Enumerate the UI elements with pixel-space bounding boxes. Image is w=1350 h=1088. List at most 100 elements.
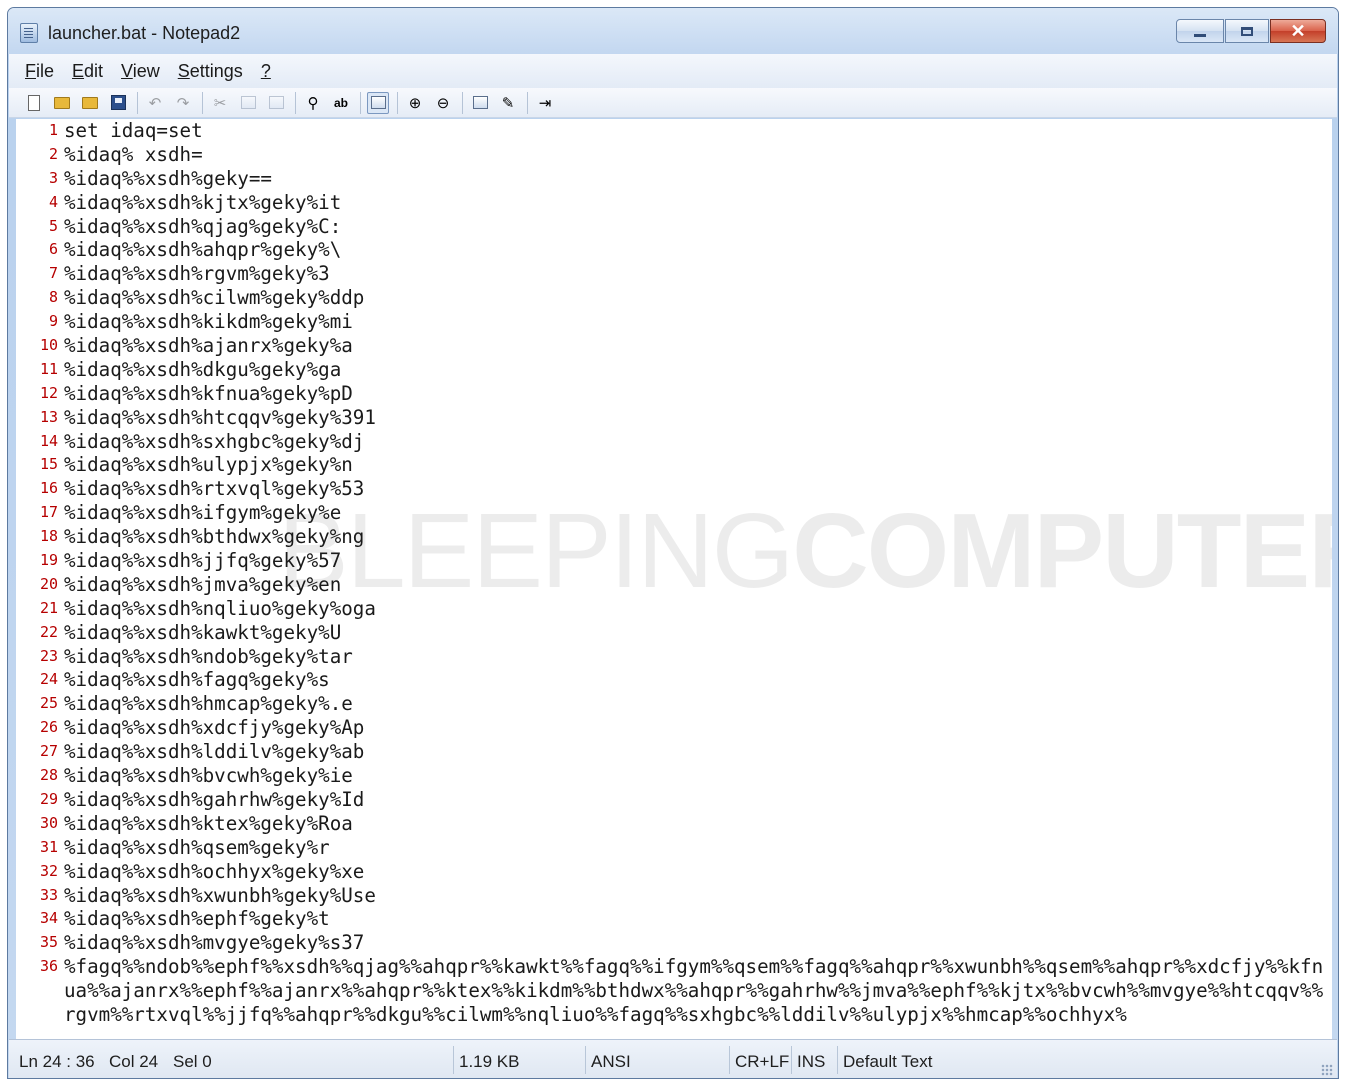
- open-file-button[interactable]: [51, 92, 73, 114]
- line-number: 12: [39, 383, 58, 402]
- code-line[interactable]: 33 %idaq%%xsdh%xwunbh%geky%Use: [16, 884, 1332, 908]
- zoom-in-button[interactable]: ⊕: [404, 92, 426, 114]
- code-line[interactable]: 2 %idaq% xsdh=: [16, 143, 1332, 167]
- code-line[interactable]: 28 %idaq%%xsdh%bvcwh%geky%ie: [16, 764, 1332, 788]
- code-line[interactable]: 1 set idaq=set: [16, 119, 1332, 143]
- menu-file[interactable]: File: [17, 61, 62, 82]
- zoom-out-button[interactable]: ⊖: [432, 92, 454, 114]
- code-line[interactable]: 7 %idaq%%xsdh%rgvm%geky%3: [16, 262, 1332, 286]
- code-line[interactable]: 11 %idaq%%xsdh%dkgu%geky%ga: [16, 358, 1332, 382]
- code-line[interactable]: 3 %idaq%%xsdh%geky==: [16, 167, 1332, 191]
- line-number: 8: [48, 288, 58, 307]
- status-eol[interactable]: CR+LF: [735, 1052, 789, 1072]
- code-line[interactable]: 10 %idaq%%xsdh%ajanrx%geky%a: [16, 334, 1332, 358]
- code-line[interactable]: 35 %idaq%%xsdh%mvgye%geky%s37: [16, 931, 1332, 955]
- line-text: %idaq%%xsdh%ktex%geky%Roa: [64, 811, 353, 835]
- find-button[interactable]: ⚲: [302, 92, 324, 114]
- code-line[interactable]: 12 %idaq%%xsdh%kfnua%geky%pD: [16, 382, 1332, 406]
- line-number: 28: [39, 766, 58, 785]
- code-line[interactable]: 20 %idaq%%xsdh%jmva%geky%en: [16, 573, 1332, 597]
- status-mode[interactable]: INS: [797, 1052, 825, 1072]
- title-bar[interactable]: launcher.bat - Notepad2 ✕: [8, 8, 1338, 54]
- status-divider: [729, 1046, 730, 1074]
- code-line[interactable]: 4 %idaq%%xsdh%kjtx%geky%it: [16, 191, 1332, 215]
- notepad-app-icon[interactable]: [20, 23, 38, 43]
- scheme-button[interactable]: [469, 92, 491, 114]
- customize-scheme-button[interactable]: ✎: [497, 92, 519, 114]
- line-number: 35: [39, 933, 58, 952]
- menu-help[interactable]: ?: [253, 61, 279, 82]
- status-scheme[interactable]: Default Text: [843, 1052, 932, 1072]
- code-line[interactable]: 23 %idaq%%xsdh%ndob%geky%tar: [16, 645, 1332, 669]
- menu-edit-accel: E: [72, 60, 85, 81]
- code-line[interactable]: 17 %idaq%%xsdh%ifgym%geky%e: [16, 501, 1332, 525]
- code-line[interactable]: 21 %idaq%%xsdh%nqliuo%geky%oga: [16, 597, 1332, 621]
- toolbar: ↶ ↷ ✂ ⚲ ab ⊕ ⊖ ✎ ⇥: [9, 88, 1337, 118]
- minimize-icon: [1194, 33, 1206, 37]
- redo-button[interactable]: ↷: [172, 92, 194, 114]
- status-divider: [791, 1046, 792, 1074]
- code-line[interactable]: 5 %idaq%%xsdh%qjag%geky%C:: [16, 215, 1332, 239]
- line-text: %idaq%%xsdh%sxhgbc%geky%dj: [64, 429, 365, 453]
- browse-button[interactable]: [79, 92, 101, 114]
- maximize-button[interactable]: [1225, 19, 1269, 43]
- line-text: %idaq%%xsdh%lddilv%geky%ab: [64, 740, 365, 764]
- line-number: 5: [48, 216, 58, 235]
- resize-grip[interactable]: [1321, 1064, 1333, 1076]
- line-number: 30: [39, 813, 58, 832]
- undo-button[interactable]: ↶: [144, 92, 166, 114]
- word-wrap-button[interactable]: [367, 91, 389, 114]
- cut-button[interactable]: ✂: [209, 92, 231, 114]
- code-line[interactable]: 26 %idaq%%xsdh%xdcfjy%geky%Ap: [16, 716, 1332, 740]
- menu-view[interactable]: View: [113, 61, 168, 82]
- code-line[interactable]: 9 %idaq%%xsdh%kikdm%geky%mi: [16, 310, 1332, 334]
- code-line[interactable]: 16 %idaq%%xsdh%rtxvql%geky%53: [16, 477, 1332, 501]
- new-file-button[interactable]: [23, 92, 45, 114]
- code-line[interactable]: 34 %idaq%%xsdh%ephf%geky%t: [16, 907, 1332, 931]
- line-text: %idaq%%xsdh%kawkt%geky%U: [64, 620, 342, 644]
- code-line[interactable]: 15 %idaq%%xsdh%ulypjx%geky%n: [16, 453, 1332, 477]
- open-folder-icon: [54, 96, 70, 109]
- code-line[interactable]: 13 %idaq%%xsdh%htcqqv%geky%391: [16, 406, 1332, 430]
- code-line[interactable]: 29 %idaq%%xsdh%gahrhw%geky%Id: [16, 788, 1332, 812]
- code-line[interactable]: 25 %idaq%%xsdh%hmcap%geky%.e: [16, 692, 1332, 716]
- save-button[interactable]: [107, 92, 129, 114]
- exit-button[interactable]: ⇥: [534, 92, 556, 114]
- line-number: 9: [48, 312, 58, 331]
- code-line[interactable]: 19 %idaq%%xsdh%jjfq%geky%57: [16, 549, 1332, 573]
- code-line[interactable]: 36 %fagq%%ndob%%ephf%%xsdh%%qjag%%ahqpr%%…: [16, 955, 1332, 1027]
- code-line[interactable]: 27 %idaq%%xsdh%lddilv%geky%ab: [16, 740, 1332, 764]
- minimize-button[interactable]: [1176, 19, 1224, 43]
- line-number: 13: [39, 407, 58, 426]
- code-line[interactable]: 31 %idaq%%xsdh%qsem%geky%r: [16, 836, 1332, 860]
- menu-edit[interactable]: Edit: [64, 61, 111, 82]
- toolbar-separator: [462, 91, 463, 114]
- code-line[interactable]: 32 %idaq%%xsdh%ochhyx%geky%xe: [16, 860, 1332, 884]
- menu-settings[interactable]: Settings: [170, 61, 251, 82]
- copy-button[interactable]: [237, 92, 259, 114]
- line-number: 3: [48, 168, 58, 187]
- code-lines: 1 set idaq=set 2 %idaq% xsdh= 3 %idaq%%xsdh%g…: [16, 119, 1332, 1027]
- editor-area[interactable]: BLEEPINGCOMPUTER 1 set idaq=set 2 %idaq% xs…: [16, 119, 1332, 1039]
- status-selection: Sel 0: [173, 1052, 212, 1071]
- line-number: 18: [39, 527, 58, 546]
- line-text: %idaq%%xsdh%ulypjx%geky%n: [64, 453, 353, 477]
- line-text: %idaq%%xsdh%qsem%geky%r: [64, 835, 330, 859]
- code-line[interactable]: 6 %idaq%%xsdh%ahqpr%geky%\: [16, 238, 1332, 262]
- line-number: 21: [39, 598, 58, 617]
- close-button[interactable]: ✕: [1270, 19, 1326, 43]
- window-controls: ✕: [1175, 19, 1326, 45]
- code-line[interactable]: 30 %idaq%%xsdh%ktex%geky%Roa: [16, 812, 1332, 836]
- line-number: 34: [39, 909, 58, 928]
- code-line[interactable]: 8 %idaq%%xsdh%cilwm%geky%ddp: [16, 286, 1332, 310]
- line-text: %idaq%%xsdh%kfnua%geky%pD: [64, 381, 353, 405]
- line-number: 11: [39, 359, 58, 378]
- line-text: %idaq%%xsdh%qjag%geky%C:: [64, 214, 342, 238]
- code-line[interactable]: 22 %idaq%%xsdh%kawkt%geky%U: [16, 621, 1332, 645]
- status-encoding[interactable]: ANSI: [591, 1052, 631, 1072]
- code-line[interactable]: 14 %idaq%%xsdh%sxhgbc%geky%dj: [16, 430, 1332, 454]
- replace-button[interactable]: ab: [330, 92, 352, 114]
- code-line[interactable]: 24 %idaq%%xsdh%fagq%geky%s: [16, 668, 1332, 692]
- code-line[interactable]: 18 %idaq%%xsdh%bthdwx%geky%ng: [16, 525, 1332, 549]
- paste-button[interactable]: [265, 92, 287, 114]
